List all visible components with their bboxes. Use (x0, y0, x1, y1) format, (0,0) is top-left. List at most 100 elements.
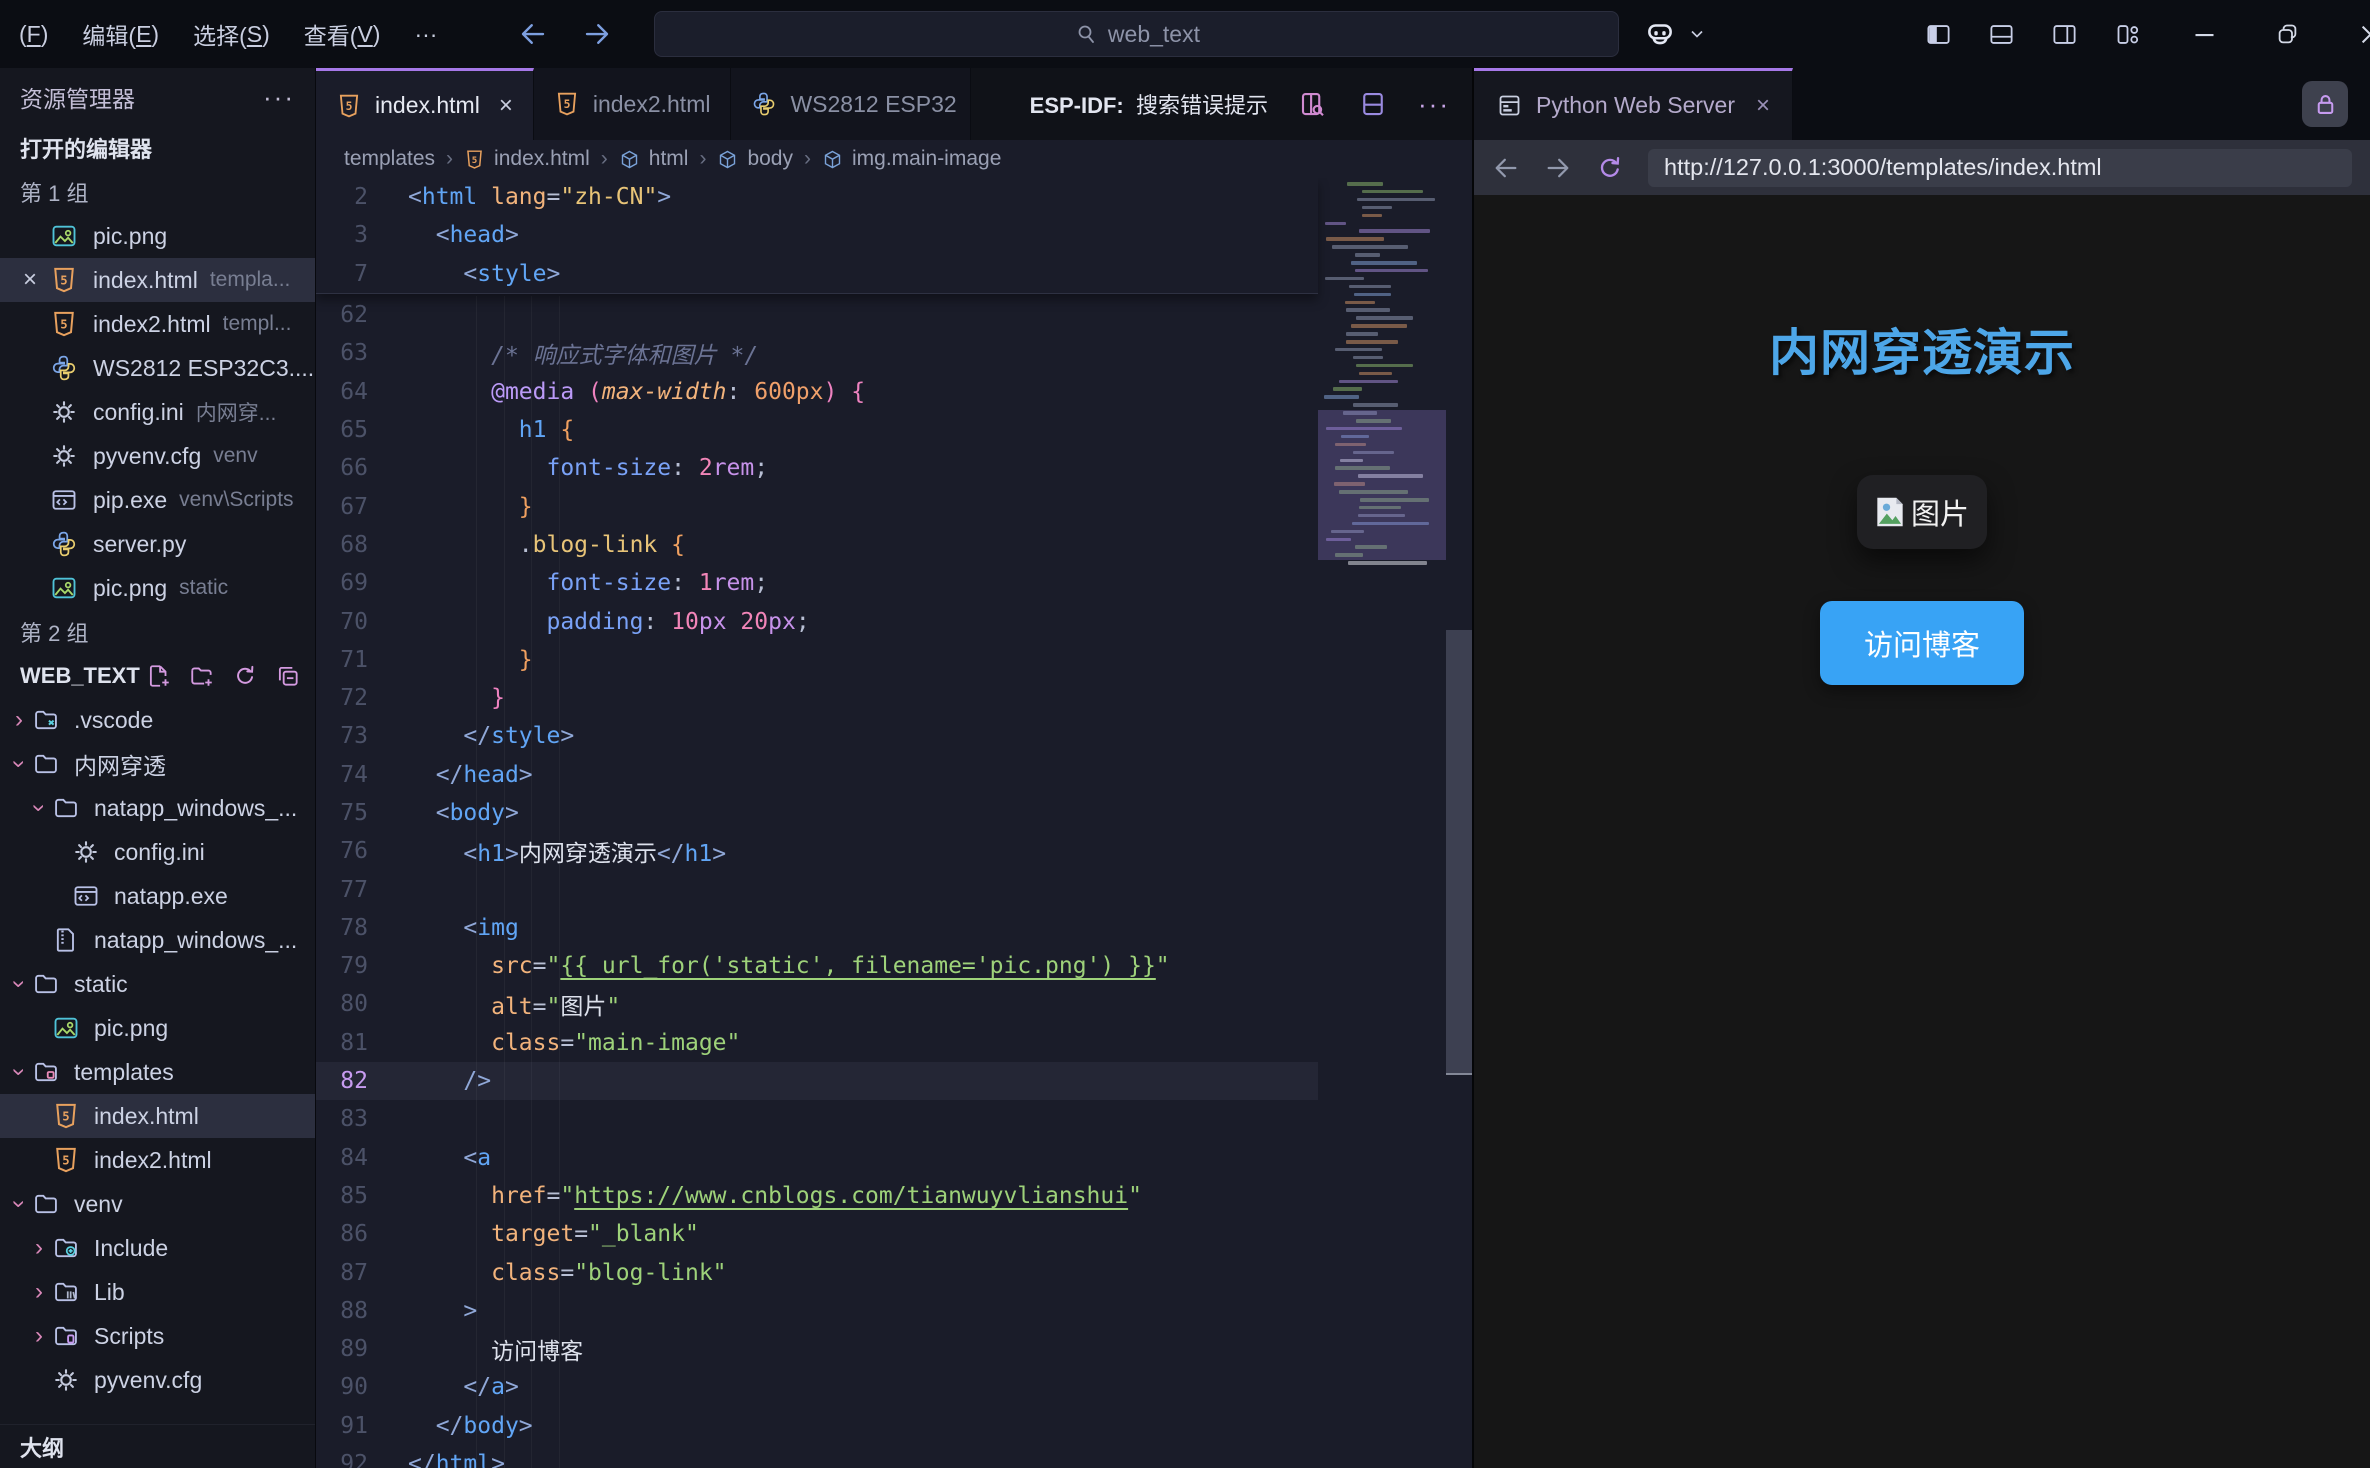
tree-item[interactable]: natapp_windows_... (0, 918, 315, 962)
browser-forward-button[interactable] (1544, 154, 1572, 182)
toggle-panel-button[interactable] (1988, 21, 2015, 48)
menu-item[interactable]: 编辑(E) (65, 0, 176, 68)
tab-ws2812-esp32[interactable]: WS2812 ESP32 (731, 68, 971, 140)
open-editor-item[interactable]: 5index2.htmltempl... (0, 302, 315, 346)
chevron-right-icon[interactable]: › (26, 1278, 52, 1306)
close-icon[interactable]: × (499, 92, 513, 120)
chevron-right-icon[interactable]: › (6, 706, 32, 734)
history-back-button[interactable] (518, 19, 548, 49)
browser-reload-button[interactable] (1596, 154, 1624, 182)
breadcrumb-item[interactable]: body (747, 147, 793, 171)
minimize-button[interactable] (2191, 21, 2218, 48)
minimap-line (1354, 293, 1391, 297)
title-bar: (F)编辑(E)选择(S)查看(V) ··· web_text (0, 0, 2370, 68)
new-folder-icon[interactable] (189, 663, 215, 689)
visit-blog-button[interactable]: 访问博客 (1820, 601, 2024, 685)
copilot-button[interactable] (1643, 17, 1707, 51)
tree-item[interactable]: ›Lib (0, 1270, 315, 1314)
menu-item[interactable]: 查看(V) (287, 0, 398, 68)
open-editors-header[interactable]: 打开的编辑器 (0, 126, 315, 170)
chevron-down-icon[interactable]: › (5, 1191, 33, 1217)
open-editor-item[interactable]: pyvenv.cfgvenv (0, 434, 315, 478)
sidebar-more-button[interactable]: ··· (263, 82, 295, 113)
open-editor-item[interactable]: WS2812 ESP32C3.... (0, 346, 315, 390)
chevron-down-icon[interactable]: › (5, 1059, 33, 1085)
tree-item[interactable]: ›venv (0, 1182, 315, 1226)
breadcrumb-item[interactable]: html (649, 147, 689, 171)
minimap[interactable] (1318, 178, 1446, 574)
code-line: 68 .blog-link { (316, 526, 1318, 564)
tree-item[interactable]: 5index.html (0, 1094, 315, 1138)
open-editor-item[interactable]: ×5index.htmltempla... (0, 258, 315, 302)
refresh-icon[interactable] (232, 663, 258, 689)
search-editor-icon[interactable] (1298, 89, 1328, 119)
tree-item[interactable]: 5index2.html (0, 1138, 315, 1182)
symbol-icon: 5 (464, 149, 485, 170)
more-actions-button[interactable]: ··· (1418, 89, 1450, 120)
toggle-secondary-sidebar-button[interactable] (2051, 21, 2078, 48)
history-forward-button[interactable] (582, 19, 612, 49)
tree-item[interactable]: ›内网穿透 (0, 742, 315, 786)
chevron-right-icon[interactable]: › (26, 1322, 52, 1350)
outline-header[interactable]: 大纲 (0, 1424, 315, 1468)
workspace-header[interactable]: WEB_TEXT (0, 654, 315, 698)
browser-url-input[interactable]: http://127.0.0.1:3000/templates/index.ht… (1648, 149, 2352, 187)
tree-item[interactable]: ›.vscode (0, 698, 315, 742)
customize-layout-button[interactable] (2114, 21, 2141, 48)
tree-item[interactable]: ›Include (0, 1226, 315, 1270)
chevron-right-icon[interactable]: › (26, 1234, 52, 1262)
breadcrumb-item[interactable]: index.html (494, 147, 590, 171)
collapse-folders-icon[interactable] (275, 663, 301, 689)
breadcrumb-item[interactable]: templates (344, 147, 435, 171)
tree-item[interactable]: pic.png (0, 1006, 315, 1050)
browser-back-button[interactable] (1492, 154, 1520, 182)
minimap-line (1359, 372, 1392, 376)
sticky-scroll: 2<html lang="zh-CN">3 <head>7 <style> (316, 178, 1318, 294)
open-editor-item[interactable]: config.ini内网穿... (0, 390, 315, 434)
lock-button[interactable] (2302, 81, 2348, 127)
toggle-primary-sidebar-button[interactable] (1925, 21, 1952, 48)
restore-button[interactable] (2274, 21, 2301, 48)
tab-index.html[interactable]: 5index.html× (316, 68, 534, 140)
open-editor-item[interactable]: pic.png (0, 214, 315, 258)
tree-item[interactable]: ›static (0, 962, 315, 1006)
chevron-down-icon[interactable]: › (5, 751, 33, 777)
file-icon: 5 (52, 1146, 80, 1174)
file-name: pic.png (94, 1015, 168, 1042)
menu-item[interactable]: 选择(S) (176, 0, 287, 68)
chevron-down-icon[interactable]: › (25, 795, 53, 821)
tree-item[interactable]: natapp.exe (0, 874, 315, 918)
menu-item[interactable]: (F) (2, 0, 65, 68)
esp-idf-action-label[interactable]: 搜索错误提示 (1136, 93, 1268, 118)
menu-overflow-button[interactable]: ··· (397, 0, 454, 68)
minimap-viewport[interactable] (1318, 410, 1446, 560)
tab-index2.html[interactable]: 5index2.html (534, 68, 732, 140)
command-center-search[interactable]: web_text (654, 11, 1619, 57)
breadcrumb-item[interactable]: img.main-image (852, 147, 1001, 171)
split-editor-down-icon[interactable] (1358, 89, 1388, 119)
tab-python-web-server[interactable]: Python Web Server × (1474, 68, 1793, 140)
symbol-icon (619, 149, 640, 170)
tree-item[interactable]: pyvenv.cfg (0, 1358, 315, 1402)
new-file-icon[interactable] (146, 663, 172, 689)
tree-item[interactable]: ›templates (0, 1050, 315, 1094)
code-editor[interactable]: 6263 /* 响应式字体和图片 */64 @media (max-width:… (316, 178, 1472, 1468)
tree-item[interactable]: config.ini (0, 830, 315, 874)
file-icon (72, 882, 100, 910)
close-icon[interactable]: × (10, 266, 50, 294)
editor-scrollbar[interactable] (1446, 178, 1472, 1468)
scrollbar-slider[interactable] (1446, 630, 1472, 1075)
tree-item[interactable]: ›Scripts (0, 1314, 315, 1358)
open-editor-item[interactable]: server.py (0, 522, 315, 566)
file-icon (751, 91, 777, 117)
minimap-line (1355, 253, 1381, 257)
close-icon[interactable]: × (1756, 92, 1770, 120)
breadcrumb[interactable]: templates›5index.html›html›body›img.main… (316, 140, 1472, 178)
close-window-button[interactable] (2357, 21, 2370, 48)
code-line: 72 } (316, 679, 1318, 717)
chevron-down-icon[interactable]: › (5, 971, 33, 997)
tree-item[interactable]: ›natapp_windows_... (0, 786, 315, 830)
code-line: 90 </a> (316, 1368, 1318, 1406)
open-editor-item[interactable]: pic.pngstatic (0, 566, 315, 610)
open-editor-item[interactable]: pip.exevenv\Scripts (0, 478, 315, 522)
